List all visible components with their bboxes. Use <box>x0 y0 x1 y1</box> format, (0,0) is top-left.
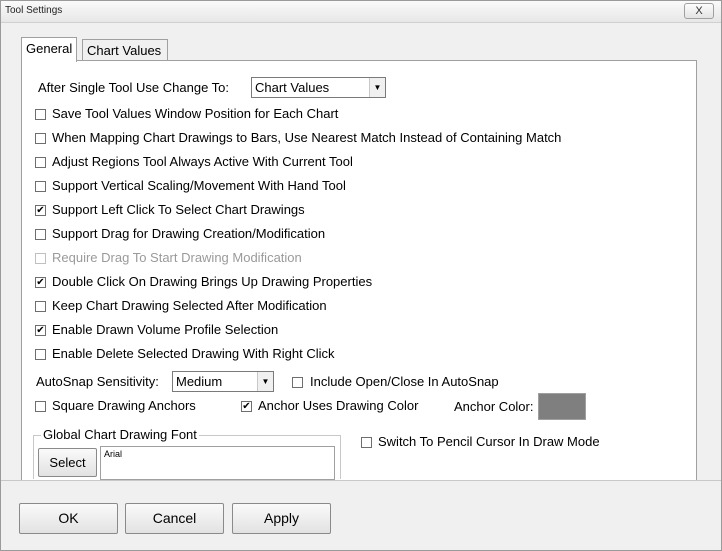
apply-button[interactable]: Apply <box>232 503 331 534</box>
vertical-scaling-label: Support Vertical Scaling/Movement With H… <box>52 178 346 193</box>
checkbox-left-click-select[interactable]: ✔ <box>35 205 46 216</box>
checkbox-double-click-properties[interactable]: ✔ <box>35 277 46 288</box>
after-single-tool-label: After Single Tool Use Change To: <box>38 80 230 95</box>
checkbox-require-drag <box>35 253 46 264</box>
square-anchors-label: Square Drawing Anchors <box>52 398 196 413</box>
double-click-properties-label: Double Click On Drawing Brings Up Drawin… <box>52 274 373 289</box>
cancel-button[interactable]: Cancel <box>125 503 224 534</box>
footer-divider <box>1 480 721 481</box>
require-drag-label: Require Drag To Start Drawing Modificati… <box>52 250 302 265</box>
tab-chart-values-label: Chart Values <box>87 43 162 58</box>
ok-button[interactable]: OK <box>19 503 118 534</box>
apply-button-label: Apply <box>263 510 300 526</box>
checkbox-pencil-cursor[interactable] <box>361 437 372 448</box>
chevron-down-icon: ▼ <box>369 78 385 97</box>
ok-button-label: OK <box>58 510 79 526</box>
autosnap-label: AutoSnap Sensitivity: <box>36 374 159 389</box>
anchor-uses-color-label: Anchor Uses Drawing Color <box>258 398 419 413</box>
delete-right-click-label: Enable Delete Selected Drawing With Righ… <box>52 346 335 361</box>
anchor-color-swatch[interactable] <box>538 393 586 420</box>
nearest-match-label: When Mapping Chart Drawings to Bars, Use… <box>52 130 562 145</box>
check-icon: ✔ <box>242 401 251 412</box>
checkbox-nearest-match[interactable] <box>35 133 46 144</box>
after-single-tool-value: Chart Values <box>255 80 330 95</box>
checkbox-vertical-scaling[interactable] <box>35 181 46 192</box>
cancel-button-label: Cancel <box>152 510 197 526</box>
anchor-color-label: Anchor Color: <box>454 399 534 414</box>
pencil-cursor-label: Switch To Pencil Cursor In Draw Mode <box>378 434 600 449</box>
volume-profile-selection-label: Enable Drawn Volume Profile Selection <box>52 322 279 337</box>
left-click-select-label: Support Left Click To Select Chart Drawi… <box>52 202 305 217</box>
checkbox-include-open-close[interactable] <box>292 377 303 388</box>
autosnap-value: Medium <box>176 374 223 389</box>
check-icon: ✔ <box>36 325 45 336</box>
checkbox-support-drag[interactable] <box>35 229 46 240</box>
tab-general[interactable]: General <box>21 37 78 62</box>
autosnap-select[interactable]: Medium ▼ <box>172 371 274 392</box>
tab-chart-values[interactable]: Chart Values <box>82 39 168 61</box>
check-icon: ✔ <box>36 277 45 288</box>
title-bar[interactable]: Tool Settings X <box>1 1 721 23</box>
checkbox-adjust-regions[interactable] <box>35 157 46 168</box>
tool-settings-window: Tool Settings X General Chart Values Aft… <box>0 0 722 551</box>
global-font-group-label: Global Chart Drawing Font <box>41 427 199 442</box>
checkbox-delete-right-click[interactable] <box>35 349 46 360</box>
font-name: Arial <box>104 449 123 459</box>
tab-general-label: General <box>26 41 73 56</box>
adjust-regions-label: Adjust Regions Tool Always Active With C… <box>52 154 353 169</box>
checkbox-save-window-position[interactable] <box>35 109 46 120</box>
general-panel <box>21 60 697 480</box>
keep-selected-label: Keep Chart Drawing Selected After Modifi… <box>52 298 327 313</box>
checkbox-anchor-uses-color[interactable]: ✔ <box>241 401 252 412</box>
checkbox-keep-selected[interactable] <box>35 301 46 312</box>
checkbox-volume-profile-selection[interactable]: ✔ <box>35 325 46 336</box>
font-select-button-label: Select <box>49 455 86 470</box>
save-window-position-label: Save Tool Values Window Position for Eac… <box>52 106 339 121</box>
font-preview-box: Arial <box>100 446 335 480</box>
close-button[interactable]: X <box>684 3 714 19</box>
close-icon: X <box>695 5 703 17</box>
after-single-tool-select[interactable]: Chart Values ▼ <box>251 77 386 98</box>
check-icon: ✔ <box>36 205 45 216</box>
chevron-down-icon: ▼ <box>257 372 273 391</box>
include-open-close-label: Include Open/Close In AutoSnap <box>310 374 499 389</box>
support-drag-label: Support Drag for Drawing Creation/Modifi… <box>52 226 326 241</box>
checkbox-square-anchors[interactable] <box>35 401 46 412</box>
font-select-button[interactable]: Select <box>38 448 97 477</box>
window-title: Tool Settings <box>5 5 63 16</box>
